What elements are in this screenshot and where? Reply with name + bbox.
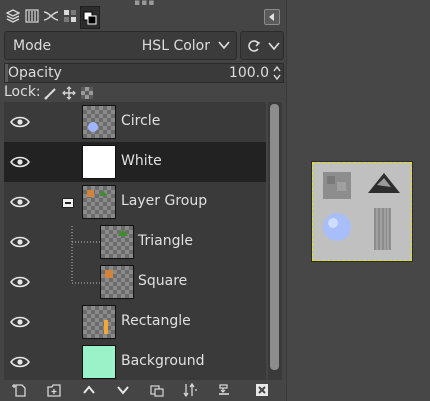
tab-colors[interactable] [80, 6, 100, 29]
layer-row-background[interactable]: Background [4, 342, 266, 380]
layer-thumbnail-triangle [100, 225, 134, 259]
undo-history-icon [64, 10, 76, 22]
tab-layers[interactable] [4, 6, 22, 26]
layer-name: Background [121, 353, 205, 369]
layers-dock: ▪▪▪ Mode HSL Color Opacity 100.0 Lock: C… [0, 0, 287, 401]
scrollbar-thumb[interactable] [270, 104, 279, 370]
eye-icon[interactable] [10, 115, 30, 129]
triangle-left-icon [269, 13, 274, 21]
opacity-label: Opacity [8, 65, 62, 81]
layer-row-layer-group[interactable]: Layer Group [4, 182, 266, 222]
image-canvas-preview[interactable] [311, 161, 413, 262]
layer-row-triangle[interactable]: Triangle [4, 222, 266, 262]
tab-paths[interactable] [42, 6, 60, 26]
composite-mode-dropdown[interactable] [240, 31, 284, 60]
layer-row-circle[interactable]: Circle [4, 102, 266, 142]
layer-list: Circle White Layer Group Triangle Square… [4, 102, 266, 380]
tab-undo-history[interactable] [61, 6, 79, 26]
panel-menu-button[interactable] [264, 9, 280, 25]
lock-label: Lock: [4, 84, 41, 100]
dock-tab-bar [4, 6, 284, 29]
lock-position-icon[interactable] [62, 86, 76, 100]
layers-icon [6, 9, 20, 23]
canvas-image [323, 172, 400, 250]
chevron-down-icon [218, 41, 230, 50]
colors-icon [83, 11, 97, 24]
layer-name: White [121, 153, 162, 169]
layer-thumbnail-square [100, 265, 134, 299]
layer-name: Circle [121, 113, 161, 129]
mode-row: Mode HSL Color [4, 31, 284, 61]
collapse-group-toggle[interactable] [62, 198, 74, 208]
layer-name: Layer Group [121, 193, 208, 209]
layer-list-scrollbar[interactable] [268, 102, 282, 380]
raise-layer-icon[interactable] [81, 382, 97, 398]
channels-icon [25, 9, 39, 23]
reset-arrow-icon [248, 40, 261, 52]
new-layer-group-icon[interactable] [46, 382, 62, 398]
duplicate-layer-icon[interactable] [149, 382, 165, 398]
merge-down-icon[interactable] [216, 382, 232, 398]
lock-pixels-icon[interactable] [44, 86, 58, 100]
tab-channels[interactable] [23, 6, 41, 26]
layer-name: Square [138, 273, 188, 289]
mode-label: Mode [13, 38, 52, 54]
opacity-value: 100.0 [228, 65, 269, 81]
eye-icon[interactable] [10, 195, 30, 209]
new-layer-icon[interactable] [12, 382, 28, 398]
eye-icon[interactable] [10, 275, 30, 289]
layer-name: Triangle [138, 233, 193, 249]
eye-icon[interactable] [10, 155, 30, 169]
layer-actions-bar [4, 380, 284, 400]
anchor-layer-icon[interactable] [182, 382, 198, 398]
chevron-down-icon [268, 42, 280, 51]
layer-thumbnail-group [82, 185, 116, 219]
mode-dropdown[interactable]: Mode HSL Color [4, 31, 237, 60]
layer-row-square[interactable]: Square [4, 262, 266, 302]
layer-thumbnail-rectangle [82, 305, 116, 339]
mode-value: HSL Color [141, 38, 210, 54]
paths-icon [43, 11, 59, 21]
opacity-slider[interactable]: Opacity 100.0 [4, 63, 284, 83]
lock-alpha-icon[interactable] [80, 86, 94, 100]
layer-thumbnail-background [82, 345, 116, 379]
delete-layer-icon[interactable] [254, 382, 270, 398]
layer-thumbnail-white [82, 145, 116, 179]
eye-icon[interactable] [10, 315, 30, 329]
layer-thumbnail-circle [82, 105, 116, 139]
layer-row-white[interactable]: White [4, 142, 266, 182]
layer-name: Rectangle [121, 313, 191, 329]
eye-icon[interactable] [10, 355, 30, 369]
dock-grip-handle[interactable]: ▪▪▪ [134, 0, 154, 8]
spin-arrows-icon[interactable] [272, 65, 282, 81]
eye-icon[interactable] [10, 235, 30, 249]
lower-layer-icon[interactable] [115, 382, 131, 398]
layer-row-rectangle[interactable]: Rectangle [4, 302, 266, 342]
